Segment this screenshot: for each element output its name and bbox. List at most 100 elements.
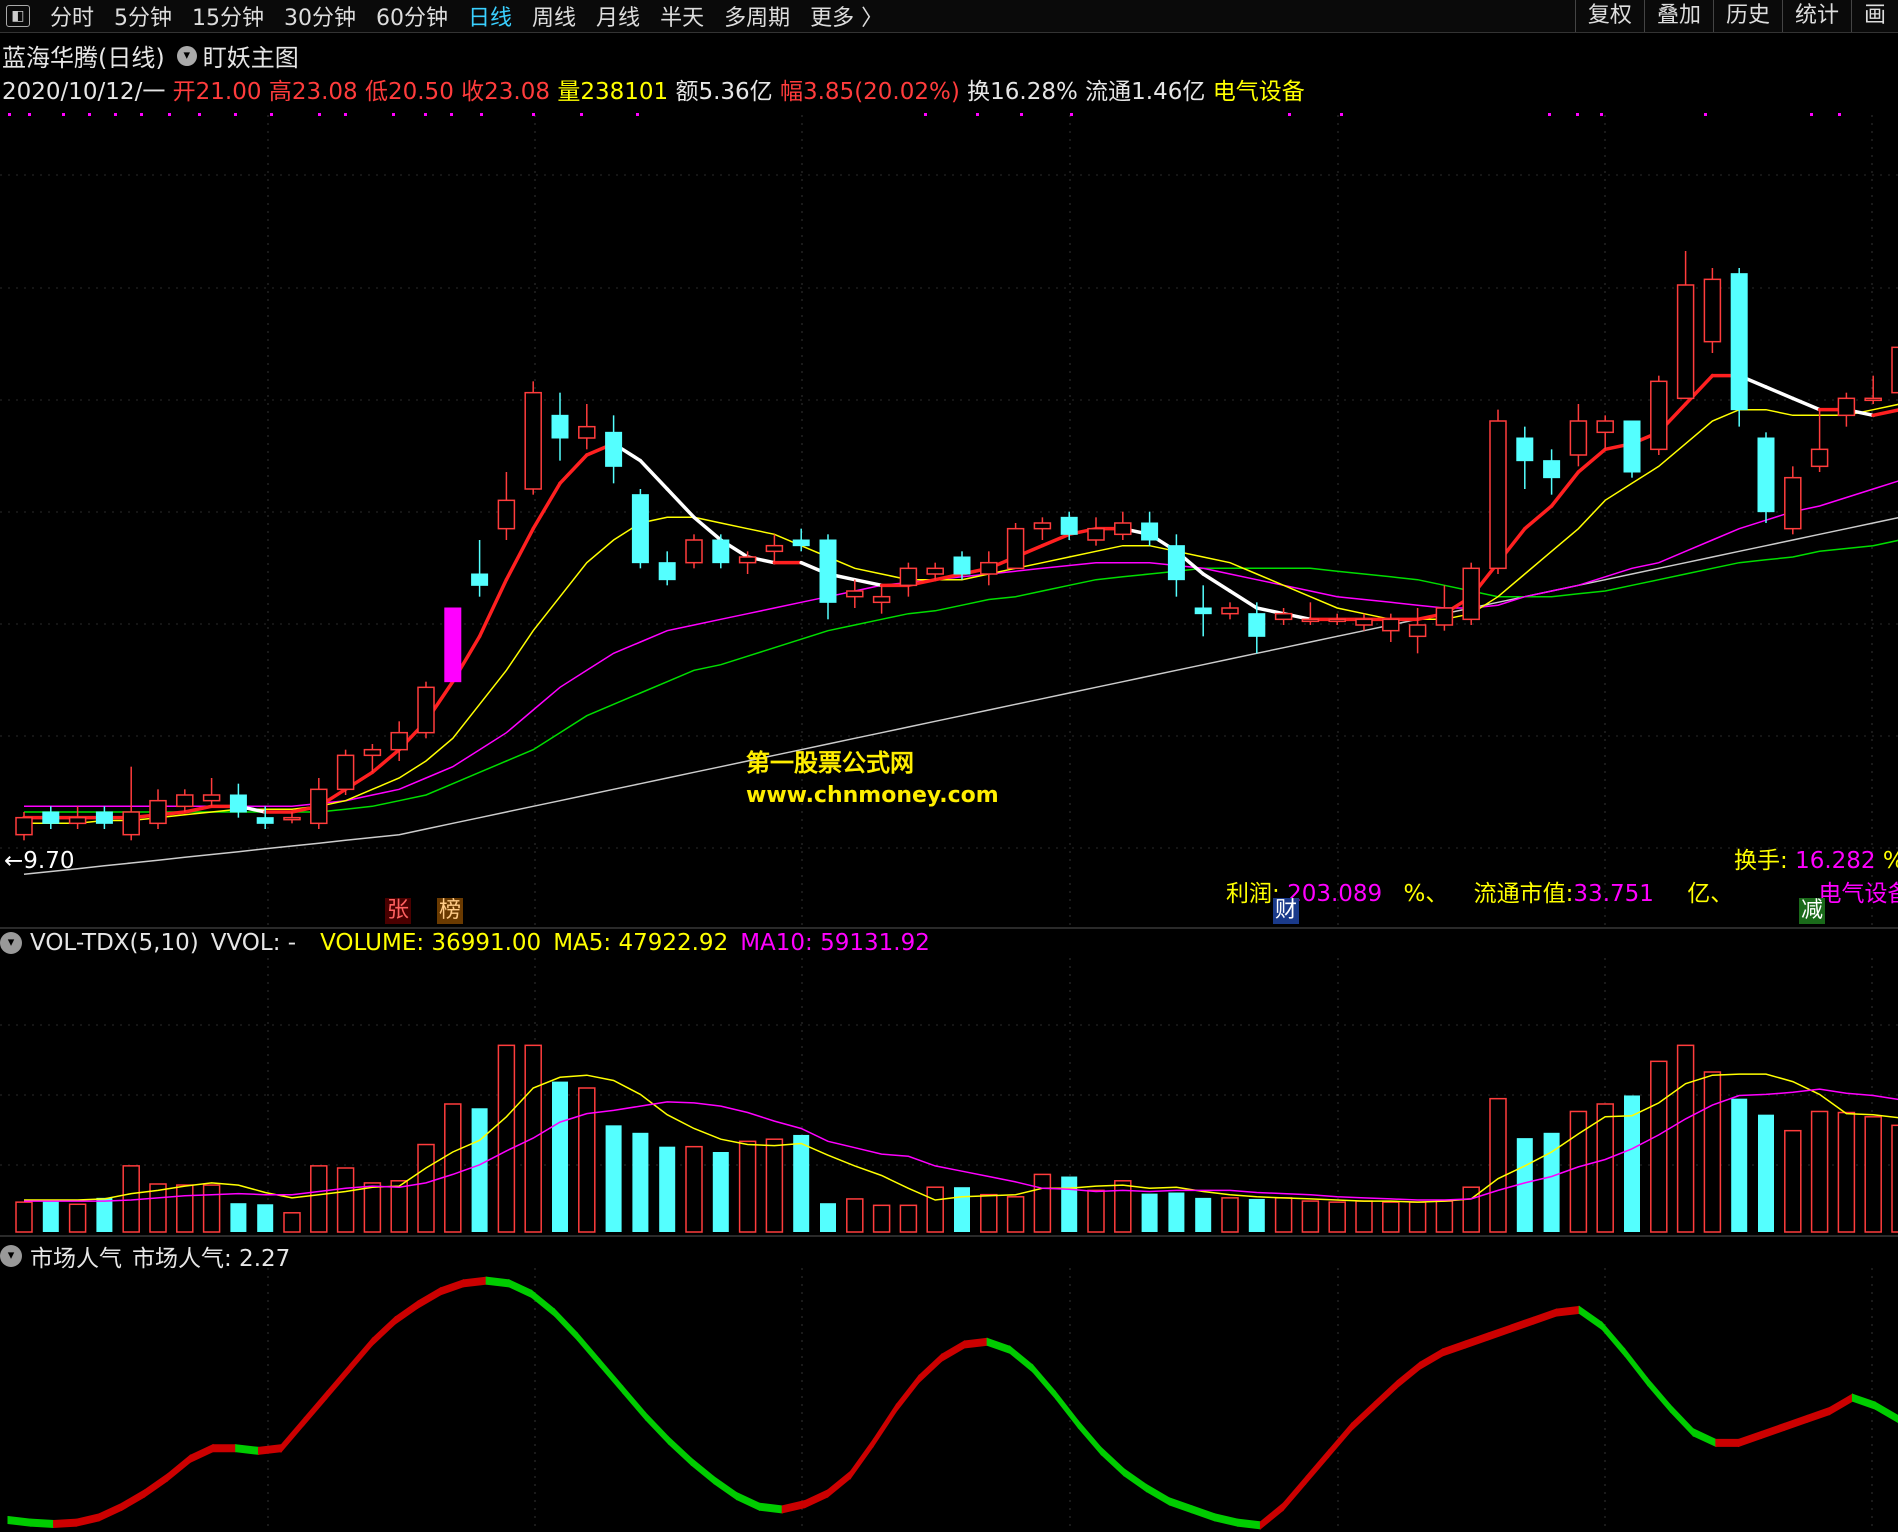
volume-bar xyxy=(1758,1114,1774,1232)
candle-body xyxy=(1757,437,1775,513)
popularity-ribbon-segment xyxy=(690,1456,715,1485)
candle-body xyxy=(1703,278,1722,343)
signal-dot xyxy=(1838,113,1841,116)
popularity-ribbon-segment xyxy=(1077,1419,1102,1456)
limit-up-badge[interactable]: 张 xyxy=(385,898,412,924)
trend-line-segment xyxy=(477,577,509,639)
popularity-ribbon-segment xyxy=(75,1513,100,1527)
mktcap-label: 流通市值: xyxy=(1473,881,1574,907)
volume-bar xyxy=(283,1212,301,1233)
volume-bar xyxy=(15,1201,33,1233)
popularity-ribbon-segment xyxy=(1647,1376,1671,1414)
candle-body xyxy=(15,816,33,836)
candle-body xyxy=(1141,522,1159,541)
popularity-ribbon-segment xyxy=(963,1337,988,1349)
popularity-ribbon-segment xyxy=(667,1435,692,1467)
volume-bar xyxy=(1596,1103,1614,1233)
vol-indicator-name[interactable]: VOL-TDX(5,10) xyxy=(30,930,199,956)
vol-ma10-value: MA10: 59131.92 xyxy=(740,930,930,956)
popularity-ribbon-segment xyxy=(1829,1393,1853,1416)
candle-body xyxy=(631,494,649,564)
trend-line-segment xyxy=(531,481,562,531)
popularity-ribbon-segment xyxy=(1442,1340,1466,1357)
popularity-ribbon-segment xyxy=(485,1276,510,1288)
signal-dot xyxy=(580,113,583,116)
candle-body xyxy=(1355,618,1373,626)
volume-bar xyxy=(1489,1097,1507,1233)
turnover-unit: % xyxy=(1883,848,1898,874)
popularity-ribbon-segment xyxy=(326,1363,351,1400)
volume-bar xyxy=(1355,1200,1373,1233)
popularity-ribbon-segment xyxy=(554,1307,578,1342)
popularity-panel-header: ▾ 市场人气 市场人气: 2.27 xyxy=(0,1239,290,1273)
candle-body xyxy=(712,539,730,564)
candle-body xyxy=(926,567,944,575)
volume-bar xyxy=(497,1044,516,1233)
candle-body xyxy=(256,817,274,824)
popularity-ribbon-segment xyxy=(394,1300,419,1326)
candle-body xyxy=(1060,516,1078,535)
candle-body xyxy=(149,799,167,825)
volume-bar xyxy=(390,1180,408,1233)
trend-line-segment xyxy=(665,487,696,520)
volume-bar xyxy=(1006,1196,1025,1233)
ma-line-gray xyxy=(23,516,1898,876)
chart-canvas[interactable] xyxy=(0,0,1898,1532)
candle-body xyxy=(765,544,784,553)
popularity-ribbon-segment xyxy=(781,1499,806,1514)
trend-line-segment xyxy=(1523,504,1554,531)
candle-body xyxy=(1435,607,1454,626)
volume-bar xyxy=(846,1198,864,1233)
billboard-badge[interactable]: 榜 xyxy=(437,898,464,924)
chevron-down-icon[interactable]: ▾ xyxy=(0,932,22,954)
candle-body xyxy=(229,794,247,813)
signal-dot xyxy=(1810,113,1813,116)
candle-body xyxy=(899,567,918,587)
volume-bar xyxy=(899,1204,918,1233)
popularity-ribbon-segment xyxy=(531,1289,556,1318)
volume-bar xyxy=(363,1182,382,1233)
low-price-marker: ←9.70 xyxy=(4,848,75,874)
popularity-ribbon-segment xyxy=(1738,1430,1762,1448)
candle-body xyxy=(846,590,864,598)
popularity-ribbon-segment xyxy=(1464,1332,1489,1349)
popularity-ribbon-segment xyxy=(349,1336,373,1374)
signal-dot xyxy=(168,113,171,116)
candle-body xyxy=(1516,437,1534,462)
candle-body xyxy=(953,556,971,575)
popularity-ribbon-segment xyxy=(1578,1305,1603,1331)
mktcap-unit: 亿、 xyxy=(1687,881,1734,907)
volume-ma10-line xyxy=(24,1088,1898,1202)
signal-dot xyxy=(924,113,927,116)
signal-dot xyxy=(1600,113,1603,116)
candle-body xyxy=(1569,420,1588,456)
popularity-ribbon-segment xyxy=(1692,1427,1717,1448)
popularity-ribbon-segment xyxy=(1624,1347,1649,1387)
popularity-indicator-name[interactable]: 市场人气 xyxy=(30,1239,122,1273)
signal-dot xyxy=(1288,113,1291,116)
fundamental-info: 利润: 203.089 %、 流通市值:33.751 亿、 电气设备 xyxy=(1226,874,1898,908)
popularity-ribbon-segment xyxy=(440,1279,464,1296)
signal-dot xyxy=(8,113,11,116)
volume-bar xyxy=(417,1143,435,1233)
popularity-ribbon-segment xyxy=(827,1470,852,1498)
chevron-down-icon[interactable]: ▾ xyxy=(0,1245,22,1267)
signal-dot xyxy=(1548,113,1551,116)
popularity-ribbon-segment xyxy=(850,1437,874,1480)
volume-bar xyxy=(230,1203,247,1232)
reduce-badge[interactable]: 减 xyxy=(1799,898,1826,924)
popularity-ribbon-segment xyxy=(212,1444,237,1453)
signal-dot xyxy=(1704,113,1707,116)
candle-body xyxy=(524,391,542,490)
finance-badge[interactable]: 财 xyxy=(1273,898,1300,924)
signal-dot xyxy=(114,113,117,116)
signal-dot xyxy=(270,113,273,116)
candle-body xyxy=(122,811,140,836)
candle-body xyxy=(1114,522,1132,536)
signal-dot xyxy=(234,113,237,116)
volume-bar xyxy=(578,1087,596,1233)
volume-bar xyxy=(96,1197,113,1232)
volume-bar xyxy=(1301,1200,1320,1233)
candle-body xyxy=(444,607,462,683)
profit-value: 203.089 xyxy=(1287,881,1383,907)
